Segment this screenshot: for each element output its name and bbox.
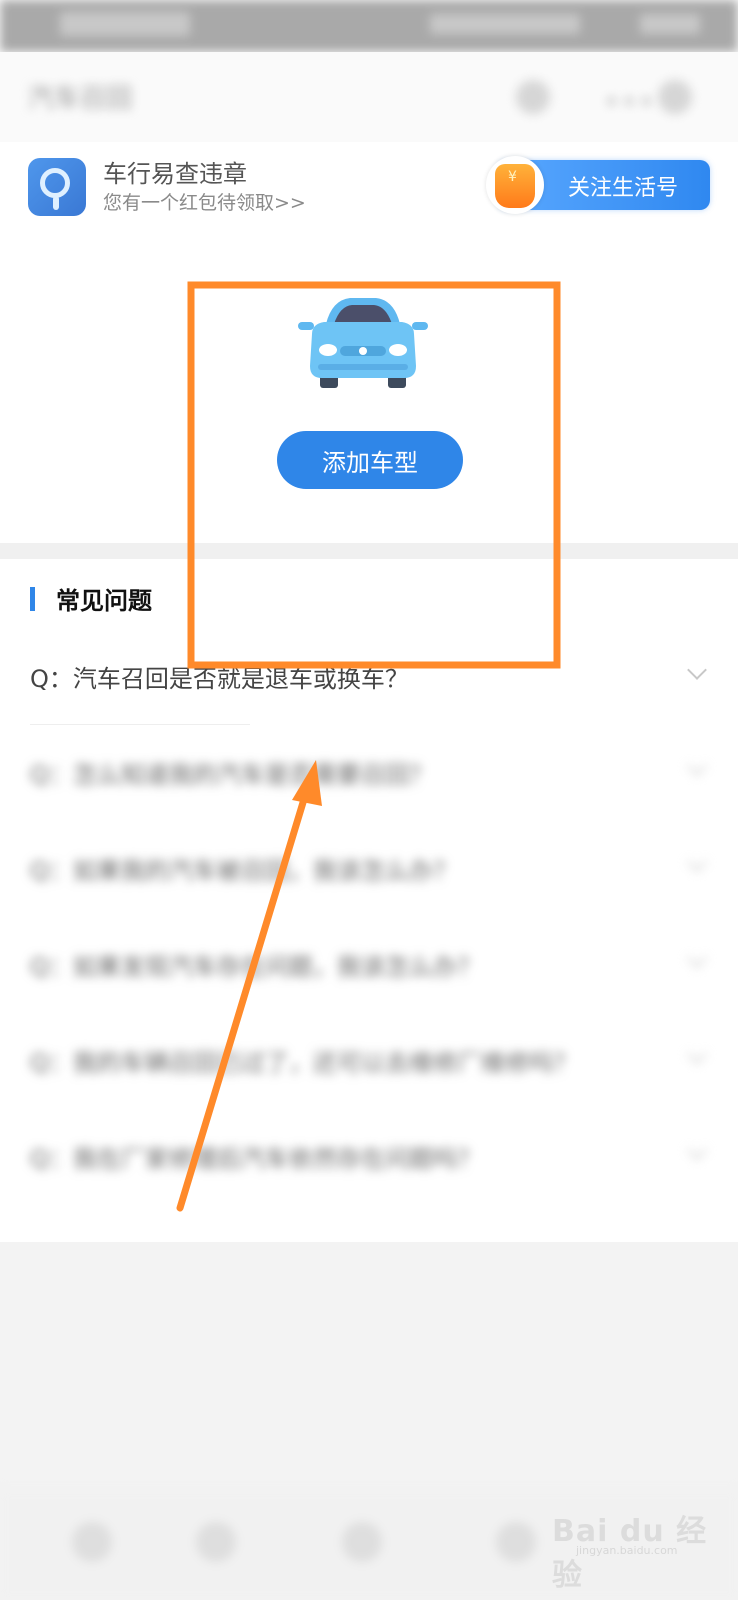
faq-question: Q：怎么知道我的汽车是否需要召回？ xyxy=(30,761,433,789)
faq-title: 常见问题 xyxy=(56,587,152,615)
faq-section: 常见问题 Q：汽车召回是否就是退车或换车？ Q：怎么知道我的汽车是否需要召回？ … xyxy=(0,559,738,1242)
chevron-down-icon xyxy=(687,948,707,968)
service-header: 车行易查违章 您有一个红包待领取>> ¥ 关注生活号 xyxy=(0,142,738,250)
nav-title: 汽车召回 xyxy=(28,84,133,114)
more-icon[interactable]: ••• xyxy=(604,88,656,118)
faq-question: Q：汽车召回是否就是退车或换车？ xyxy=(30,665,409,693)
chevron-down-icon xyxy=(687,1044,707,1064)
follow-button[interactable]: ¥ 关注生活号 xyxy=(486,156,710,214)
watermark-url: jingyan.baidu.com xyxy=(576,1544,678,1557)
red-packet-link[interactable]: 您有一个红包待领取>> xyxy=(103,188,306,215)
chevron-down-icon xyxy=(687,1140,707,1160)
car-icon xyxy=(298,298,428,388)
follow-button-label: 关注生活号 xyxy=(568,176,679,201)
faq-question: Q：如果发现汽车存在问题，我该怎么办？ xyxy=(30,953,481,981)
close-icon[interactable] xyxy=(658,80,692,114)
add-car-section: 添加车型 xyxy=(0,250,738,543)
status-time xyxy=(60,12,190,36)
faq-item[interactable]: Q：如果我的汽车被召回，我该怎么办？ xyxy=(0,821,738,917)
faq-question: Q：如果我的汽车被召回，我该怎么办？ xyxy=(30,857,457,885)
faq-item[interactable]: Q：如果发现汽车存在问题，我该怎么办？ xyxy=(0,917,738,1013)
faq-question: Q：我的车辆召回已过了，还可以去维修厂维修吗？ xyxy=(30,1049,577,1077)
chevron-down-icon xyxy=(687,660,707,680)
coin-bag-icon: ¥ xyxy=(486,156,544,214)
chevron-down-icon xyxy=(687,756,707,776)
tabs-icon[interactable] xyxy=(496,1522,536,1562)
favorite-icon[interactable] xyxy=(516,80,550,114)
baidu-jingyan-watermark: Bai du 经验 jingyan.baidu.com xyxy=(552,1498,732,1593)
app-name[interactable]: 车行易查违章 xyxy=(103,154,247,189)
faq-title-marker xyxy=(30,587,35,611)
status-icons xyxy=(430,14,580,34)
faq-question: Q：我在厂家修理后汽车依然存在问题吗？ xyxy=(30,1145,481,1173)
faq-item[interactable]: Q：汽车召回是否就是退车或换车？ xyxy=(0,629,738,725)
nav-bar: 汽车召回 ••• xyxy=(0,52,738,142)
forward-icon[interactable] xyxy=(196,1522,236,1562)
section-divider xyxy=(0,543,738,559)
faq-item[interactable]: Q：我在厂家修理后汽车依然存在问题吗？ xyxy=(0,1109,738,1205)
chevron-down-icon xyxy=(687,852,707,872)
faq-item[interactable]: Q：怎么知道我的汽车是否需要召回？ xyxy=(0,725,738,821)
status-bar xyxy=(0,0,738,52)
back-icon[interactable] xyxy=(72,1522,112,1562)
faq-item[interactable]: Q：我的车辆召回已过了，还可以去维修厂维修吗？ xyxy=(0,1013,738,1109)
battery-icon xyxy=(640,14,700,34)
home-icon[interactable] xyxy=(342,1522,382,1562)
add-car-model-button[interactable]: 添加车型 xyxy=(277,431,463,489)
app-logo[interactable] xyxy=(28,158,86,216)
